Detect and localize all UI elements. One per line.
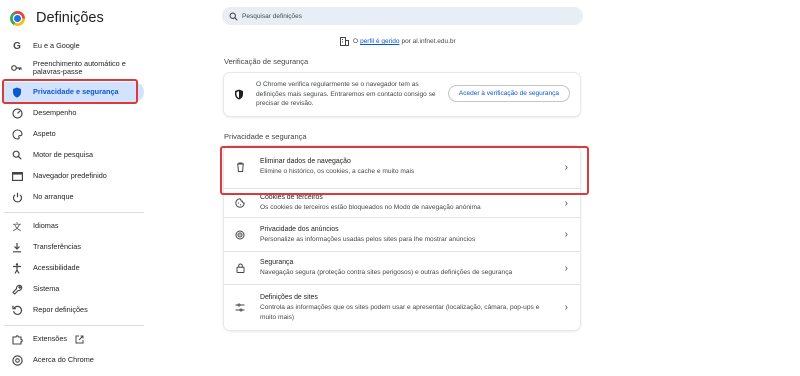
cookie-icon — [234, 197, 246, 209]
privacy-row-highlight-box — [220, 146, 589, 195]
sidebar-item-accessibility[interactable]: Acessibilidade — [4, 258, 144, 278]
chevron-right-icon: › — [564, 262, 568, 274]
palette-icon — [11, 128, 23, 140]
download-icon — [11, 241, 23, 253]
search-icon — [11, 149, 23, 161]
safety-check-card: O Chrome verifica regularmente se o nave… — [224, 73, 580, 116]
safety-check-description: O Chrome verifica regularmente se o nave… — [256, 81, 436, 108]
sidebar-item-extensions[interactable]: Extensões — [4, 329, 144, 349]
row-subtitle: Personalize as informações usadas pelos … — [260, 235, 476, 243]
privacy-row-site-settings[interactable]: Definições de sites Controla as informaç… — [224, 284, 580, 330]
sidebar-item-downloads[interactable]: Transferências — [4, 237, 144, 257]
sidebar-item-you-and-google[interactable]: G Eu e a Google — [4, 36, 144, 56]
search-input[interactable] — [242, 12, 542, 20]
sidebar-item-performance[interactable]: Desempenho — [4, 103, 144, 123]
sidebar-item-on-startup[interactable]: No arranque — [4, 187, 144, 207]
sidebar-item-label: Navegador predefinido — [33, 171, 107, 180]
managed-prefix: O — [353, 38, 359, 45]
building-icon — [340, 37, 349, 46]
privacy-row-ad-privacy[interactable]: Privacidade dos anúncios Personalize as … — [224, 217, 580, 251]
chrome-logo-icon — [10, 10, 25, 26]
ad-privacy-icon — [234, 229, 246, 241]
sidebar-item-label: Sistema — [33, 284, 60, 293]
row-title: Definições de sites — [260, 293, 318, 301]
lock-icon — [234, 262, 246, 274]
page-title: Definições — [36, 10, 104, 26]
sliders-icon — [234, 302, 246, 314]
privacy-row-security[interactable]: Segurança Navegação segura (proteção con… — [224, 251, 580, 284]
sidebar-item-system[interactable]: Sistema — [4, 279, 144, 299]
privacy-section-heading: Privacidade e segurança — [224, 132, 307, 141]
row-title: Segurança — [260, 259, 294, 266]
sidebar-item-label: Desempenho — [33, 108, 77, 117]
sidebar-item-label: Acerca do Chrome — [33, 355, 94, 364]
chevron-right-icon: › — [564, 197, 568, 209]
sidebar-item-label: Preenchimento automático e palavras-pass… — [32, 59, 126, 76]
row-subtitle: Navegação segura (proteção contra sites … — [260, 269, 513, 276]
sidebar-highlight-box — [2, 79, 138, 104]
external-link-icon — [75, 335, 84, 344]
sidebar-item-label: Aspeto — [33, 129, 56, 138]
reset-icon — [11, 304, 23, 316]
wrench-icon — [11, 283, 23, 295]
managed-suffix: por al.infnet.edu.br — [401, 38, 456, 45]
google-icon: G — [13, 40, 21, 52]
puzzle-icon — [11, 333, 23, 345]
sidebar-item-label: No arranque — [33, 192, 74, 201]
row-subtitle: Controla as informações que os sites pod… — [260, 303, 540, 321]
translate-icon: 文 — [12, 221, 22, 232]
search-icon — [229, 12, 238, 21]
sidebar-item-label: Motor de pesquisa — [33, 150, 94, 159]
sidebar-item-reset-settings[interactable]: Repor definições — [4, 300, 144, 320]
settings-header: Definições — [10, 8, 104, 28]
safety-check-heading: Verificação de segurança — [224, 57, 309, 66]
shield-check-icon — [234, 89, 244, 100]
search-box[interactable] — [222, 7, 583, 25]
power-icon — [11, 191, 23, 203]
managed-profile-link[interactable]: perfil é gerido — [360, 38, 399, 45]
sidebar-divider — [4, 212, 144, 213]
sidebar-item-label: Idiomas — [33, 221, 59, 230]
sidebar-item-languages[interactable]: 文 Idiomas — [4, 216, 144, 236]
sidebar-item-label: Acessibilidade — [33, 263, 80, 272]
sidebar-item-search-engine[interactable]: Motor de pesquisa — [4, 145, 144, 165]
sidebar-item-label: Eu e a Google — [33, 41, 80, 50]
sidebar-item-autofill[interactable]: Preenchimento automático e palavras-pass… — [4, 57, 144, 79]
chevron-right-icon: › — [564, 229, 568, 240]
sidebar-item-appearance[interactable]: Aspeto — [4, 124, 144, 144]
sidebar-item-label: Transferências — [33, 242, 81, 251]
managed-profile-notice: O perfil é gerido por al.infnet.edu.br — [340, 37, 456, 46]
chevron-right-icon: › — [564, 302, 568, 313]
chrome-icon — [11, 354, 23, 366]
speedometer-icon — [11, 107, 23, 119]
safety-check-button[interactable]: Aceder à verificação de segurança — [447, 85, 570, 102]
browser-icon — [11, 170, 23, 182]
accessibility-icon — [11, 262, 23, 274]
sidebar-item-label: Extensões — [33, 334, 68, 343]
sidebar-item-about-chrome[interactable]: Acerca do Chrome — [4, 350, 144, 370]
row-subtitle: Os cookies de terceiros estão bloqueados… — [260, 204, 481, 211]
sidebar-item-label: Repor definições — [33, 305, 88, 314]
sidebar-item-default-browser[interactable]: Navegador predefinido — [4, 166, 144, 186]
key-icon — [11, 62, 23, 74]
row-title: Privacidade dos anúncios — [260, 225, 339, 233]
sidebar-divider — [4, 325, 144, 326]
